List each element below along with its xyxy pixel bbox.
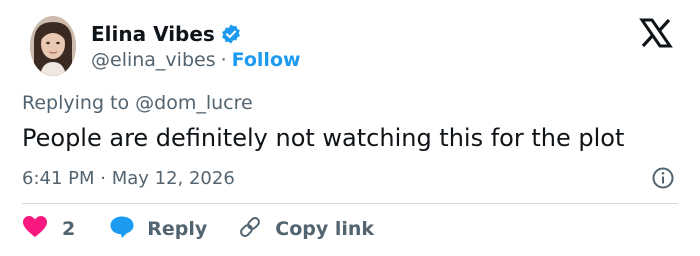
verified-badge-icon [220, 23, 242, 45]
avatar[interactable] [30, 16, 76, 76]
tweet-timestamp[interactable]: 6:41 PM · May 12, 2026 [22, 166, 235, 190]
like-count: 2 [62, 218, 76, 240]
action-bar: 2 Reply Copy link [22, 214, 374, 244]
replying-to-mention[interactable]: @dom_lucre [135, 92, 253, 114]
avatar-image [30, 16, 76, 76]
follow-button[interactable]: Follow [232, 49, 301, 71]
author-name[interactable]: Elina Vibes [91, 22, 215, 46]
like-button[interactable]: 2 [22, 215, 75, 244]
divider [22, 203, 678, 204]
handle-row: @elina_vibes · Follow [91, 48, 301, 72]
x-logo-icon[interactable] [636, 18, 676, 48]
author-name-row: Elina Vibes [91, 20, 242, 48]
reply-label: Reply [147, 218, 208, 240]
author-handle[interactable]: @elina_vibes [91, 49, 216, 71]
replying-to-line: Replying to @dom_lucre [22, 92, 253, 114]
info-icon[interactable] [651, 166, 675, 190]
tweet-card: Elina Vibes @elina_vibes · Follow Replyi… [0, 0, 700, 256]
heart-icon [22, 215, 48, 244]
copy-link-button[interactable]: Copy link [237, 215, 374, 244]
separator-dot: · [220, 49, 227, 71]
link-icon [237, 215, 263, 244]
reply-bubble-icon [109, 215, 135, 244]
tweet-text: People are definitely not watching this … [22, 124, 625, 152]
replying-prefix: Replying to [22, 92, 130, 114]
reply-button[interactable]: Reply [109, 215, 207, 244]
copy-link-label: Copy link [275, 218, 375, 240]
